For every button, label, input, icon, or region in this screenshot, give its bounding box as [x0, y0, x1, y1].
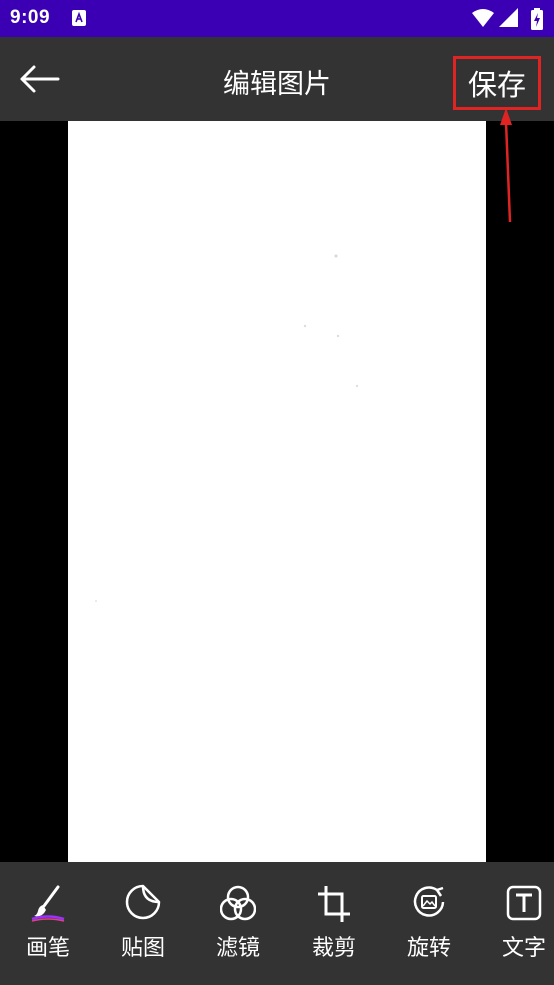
back-button[interactable]	[14, 59, 66, 99]
cell-signal-icon	[499, 8, 518, 27]
status-bar: 9:09	[0, 0, 554, 37]
tool-text[interactable]: 文字	[484, 884, 554, 964]
image-preview[interactable]	[68, 121, 486, 862]
tool-label: 文字	[501, 936, 546, 961]
save-button[interactable]: 保存	[453, 56, 541, 110]
rotate-icon	[413, 886, 445, 917]
arrow-left-icon	[20, 65, 60, 93]
image-content	[95, 254, 359, 602]
edit-toolbar: 画笔 贴图 滤镜 裁剪 旋转 文字	[0, 862, 554, 985]
tool-label: 旋转	[406, 936, 451, 961]
tool-label: 滤镜	[215, 936, 260, 961]
tool-label: 画笔	[25, 936, 70, 961]
app-notification-icon	[72, 10, 86, 26]
status-time: 9:09	[10, 7, 51, 28]
tool-crop[interactable]: 裁剪	[294, 884, 374, 964]
crop-icon	[318, 886, 350, 922]
tool-label: 贴图	[120, 936, 165, 961]
sticker-icon	[125, 884, 161, 920]
app-bar: 编辑图片 保存	[0, 37, 554, 121]
filter-icon	[220, 885, 256, 921]
tool-sticker[interactable]: 贴图	[103, 884, 183, 964]
canvas-area	[0, 121, 554, 862]
text-icon	[506, 885, 542, 921]
brush-icon	[31, 885, 65, 922]
tool-brush[interactable]: 画笔	[8, 884, 88, 964]
tool-filter[interactable]: 滤镜	[198, 884, 278, 964]
tool-rotate[interactable]: 旋转	[389, 884, 469, 964]
battery-icon	[531, 8, 543, 30]
wifi-icon	[472, 9, 494, 27]
tool-label: 裁剪	[311, 936, 356, 961]
